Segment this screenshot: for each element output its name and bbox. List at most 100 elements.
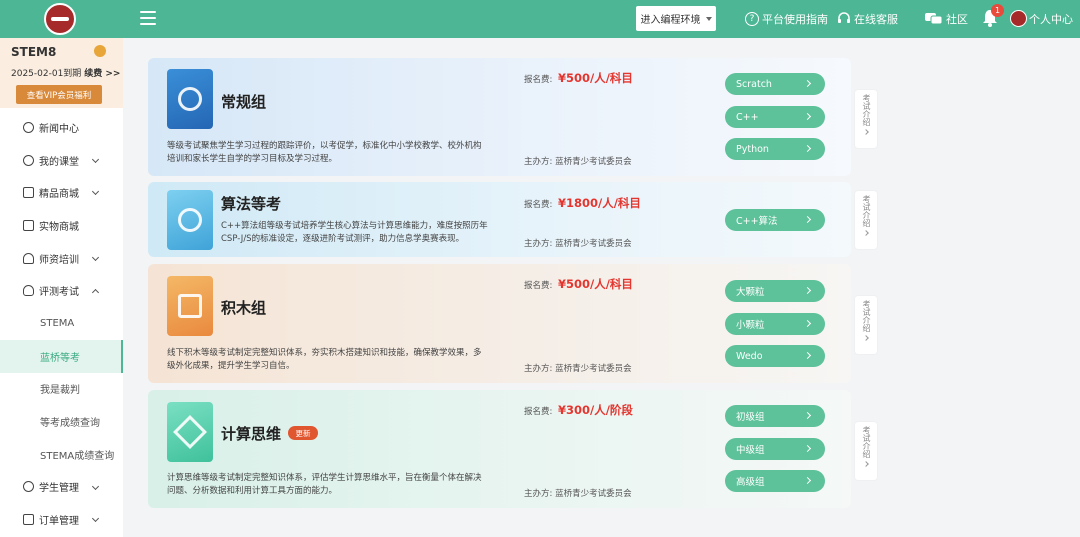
algorithm-head-icon bbox=[167, 190, 213, 250]
programming-env-button[interactable]: 进入编程环境 bbox=[636, 6, 716, 31]
sidebar-item-label: 师资培训 bbox=[39, 254, 79, 266]
chevron-right-icon bbox=[863, 335, 869, 341]
support-link[interactable]: 在线客服 bbox=[837, 11, 898, 27]
option-wedo-button[interactable]: Wedo bbox=[725, 345, 825, 367]
card-description: 等级考试聚焦学生学习过程的跟踪评价，以考促学，标准化中小学校教学、校外机构培训和… bbox=[167, 141, 482, 164]
sidebar-item-label: 新闻中心 bbox=[39, 123, 79, 135]
card-description: 线下积木等级考试制定完整知识体系，夯实积木搭建知识和技能，确保教学效果，多级外化… bbox=[167, 348, 482, 371]
organizer: 主办方: 蓝桥青少考试委员会 bbox=[524, 364, 632, 374]
sidebar-item-premium-mall[interactable]: 精品商城 bbox=[0, 176, 123, 209]
exam-intro-tab[interactable]: 考试介绍 bbox=[855, 422, 877, 480]
sidebar-item-label: 评测考试 bbox=[39, 287, 79, 299]
brand-logo[interactable] bbox=[44, 3, 76, 35]
card-title: 算法等考 bbox=[221, 195, 282, 213]
option-label: 中级组 bbox=[736, 445, 765, 456]
card-description: 计算思维等级考试制定完整知识体系，评估学生计算思维水平，旨在衡量个体在解决问题、… bbox=[167, 473, 482, 496]
sidebar-sub-label: STEMA bbox=[40, 317, 75, 329]
building-blocks-icon bbox=[167, 276, 213, 336]
sidebar: STEM8 2025-02-01到期 续费 >> 查看VIP会员福利 新闻中心 … bbox=[0, 38, 123, 537]
chat-bubbles-icon bbox=[925, 13, 943, 25]
chevron-up-icon bbox=[91, 289, 100, 297]
renew-link[interactable]: 续费 >> bbox=[84, 69, 120, 79]
member-panel: STEM8 2025-02-01到期 续费 >> 查看VIP会员福利 bbox=[0, 38, 123, 108]
sidebar-item-label: 实物商城 bbox=[39, 221, 79, 233]
sidebar-sub-label: 蓝桥等考 bbox=[40, 352, 80, 364]
option-label: 小颗粒 bbox=[736, 320, 765, 331]
exam-card-blocks: 积木组 线下积木等级考试制定完整知识体系，夯实积木搭建知识和技能，确保教学效果，… bbox=[148, 264, 851, 383]
chevron-right-icon bbox=[803, 351, 812, 360]
programming-env-label: 进入编程环境 bbox=[640, 15, 701, 26]
profile-link[interactable]: 个人中心 bbox=[1029, 11, 1073, 27]
order-icon bbox=[23, 514, 34, 526]
sidebar-nav: 新闻中心 我的课堂 精品商城 实物商城 师资培训 评测考试 STEMA 蓝桥等考… bbox=[0, 111, 123, 536]
chevron-down-icon bbox=[91, 188, 100, 196]
sidebar-item-physical-mall[interactable]: 实物商城 bbox=[0, 209, 123, 242]
sidebar-item-teacher-training[interactable]: 师资培训 bbox=[0, 242, 123, 275]
exam-intro-tab[interactable]: 考试介绍 bbox=[855, 191, 877, 249]
option-label: Scratch bbox=[736, 78, 772, 90]
sidebar-item-classroom[interactable]: 我的课堂 bbox=[0, 144, 123, 177]
option-label: 大颗粒 bbox=[736, 287, 765, 298]
card-description: C++算法组等级考试培养学生核心算法与计算思维能力，难度按照历年CSP-J/S的… bbox=[221, 221, 488, 244]
intro-label: 考试介绍 bbox=[862, 300, 871, 332]
sidebar-item-students[interactable]: 学生管理 bbox=[0, 471, 123, 504]
community-label: 社区 bbox=[946, 13, 968, 26]
student-icon bbox=[23, 481, 34, 493]
fee-label: 报名费: bbox=[524, 407, 553, 417]
fee-label: 报名费: bbox=[524, 281, 553, 291]
sidebar-item-label: 我的课堂 bbox=[39, 156, 79, 168]
option-label: Wedo bbox=[736, 350, 763, 362]
sidebar-item-label: 精品商城 bbox=[39, 189, 79, 201]
chevron-down-icon bbox=[91, 155, 100, 163]
sidebar-sub-lanqiao[interactable]: 蓝桥等考 bbox=[0, 339, 123, 373]
main-content: 常规组 等级考试聚焦学生学习过程的跟踪评价，以考促学，标准化中小学校教学、校外机… bbox=[123, 38, 1080, 537]
option-advanced-button[interactable]: 高级组 bbox=[725, 470, 825, 492]
option-small-blocks-button[interactable]: 小颗粒 bbox=[725, 313, 825, 335]
chevron-right-icon bbox=[803, 444, 812, 453]
cart-icon bbox=[23, 219, 34, 231]
headset-icon bbox=[23, 252, 34, 264]
vip-benefits-button[interactable]: 查看VIP会员福利 bbox=[16, 85, 102, 104]
sidebar-sub-label: STEMA成绩查询 bbox=[40, 450, 115, 462]
chevron-right-icon bbox=[803, 411, 812, 420]
headset-icon bbox=[838, 12, 850, 23]
menu-toggle-icon[interactable] bbox=[140, 11, 156, 25]
user-avatar[interactable] bbox=[1010, 10, 1027, 27]
organizer: 主办方: 蓝桥青少考试委员会 bbox=[524, 239, 632, 249]
option-label: 初级组 bbox=[736, 412, 765, 423]
sidebar-sub-exam-score[interactable]: 等考成绩查询 bbox=[0, 405, 123, 438]
chevron-right-icon bbox=[803, 112, 812, 121]
sidebar-sub-stema[interactable]: STEMA bbox=[0, 307, 123, 340]
chevron-right-icon bbox=[863, 230, 869, 236]
chevron-right-icon bbox=[803, 79, 812, 88]
option-large-blocks-button[interactable]: 大颗粒 bbox=[725, 280, 825, 302]
option-intermediate-button[interactable]: 中级组 bbox=[725, 438, 825, 460]
sidebar-item-label: 学生管理 bbox=[39, 483, 79, 495]
option-cpp-button[interactable]: C++ bbox=[725, 106, 825, 128]
community-link[interactable]: 社区 bbox=[925, 11, 968, 27]
option-python-button[interactable]: Python bbox=[725, 138, 825, 160]
trophy-icon bbox=[23, 285, 34, 297]
card-title: 常规组 bbox=[221, 93, 267, 111]
card-title: 积木组 bbox=[221, 299, 267, 317]
guide-link[interactable]: ? 平台使用指南 bbox=[745, 11, 828, 27]
sidebar-item-exams[interactable]: 评测考试 bbox=[0, 274, 123, 307]
card-title: 计算思维 bbox=[221, 425, 282, 443]
exam-card-regular: 常规组 等级考试聚焦学生学习过程的跟踪评价，以考促学，标准化中小学校教学、校外机… bbox=[148, 58, 851, 176]
sidebar-item-orders[interactable]: 订单管理 bbox=[0, 503, 123, 536]
option-cpp-algorithm-button[interactable]: C++算法 bbox=[725, 209, 825, 231]
sidebar-sub-judge[interactable]: 我是裁判 bbox=[0, 373, 123, 406]
support-label: 在线客服 bbox=[854, 13, 898, 26]
option-label: Python bbox=[736, 143, 769, 155]
chevron-down-icon bbox=[91, 515, 100, 523]
regular-group-icon bbox=[167, 69, 213, 129]
option-label: 高级组 bbox=[736, 477, 765, 488]
exam-intro-tab[interactable]: 考试介绍 bbox=[855, 296, 877, 354]
sidebar-sub-stema-score[interactable]: STEMA成绩查询 bbox=[0, 438, 123, 471]
option-beginner-button[interactable]: 初级组 bbox=[725, 405, 825, 427]
compass-icon bbox=[23, 121, 34, 133]
member-name: STEM8 bbox=[11, 45, 57, 59]
sidebar-item-news[interactable]: 新闻中心 bbox=[0, 111, 123, 144]
option-scratch-button[interactable]: Scratch bbox=[725, 73, 825, 95]
exam-intro-tab[interactable]: 考试介绍 bbox=[855, 90, 877, 148]
